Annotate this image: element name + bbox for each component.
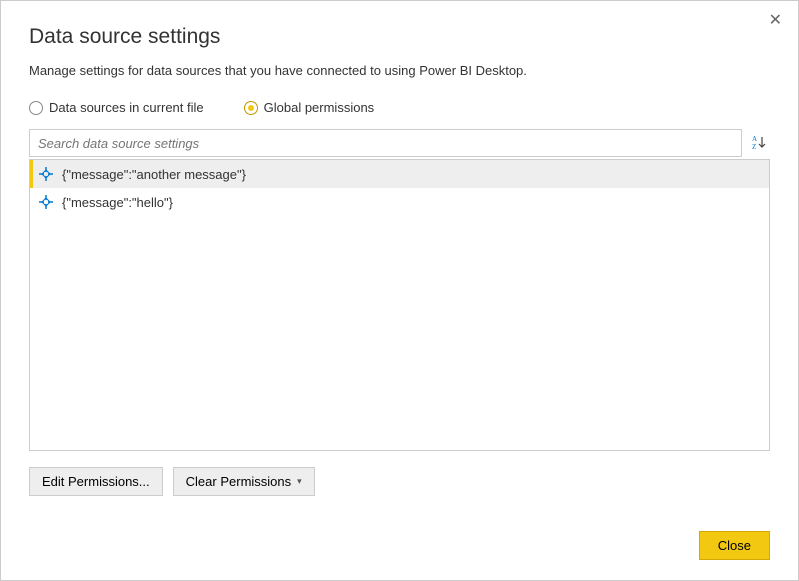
search-input[interactable] xyxy=(29,129,742,157)
scope-radio-group: Data sources in current file Global perm… xyxy=(29,100,770,115)
radio-label: Global permissions xyxy=(264,100,375,115)
sort-az-icon: A Z xyxy=(752,135,766,151)
page-title: Data source settings xyxy=(29,25,770,49)
list-item[interactable]: {"message":"hello"} xyxy=(30,188,769,216)
radio-current-file[interactable]: Data sources in current file xyxy=(29,100,204,115)
radio-icon xyxy=(29,101,43,115)
edit-permissions-button[interactable]: Edit Permissions... xyxy=(29,467,163,496)
close-button[interactable]: Close xyxy=(699,531,770,560)
data-source-icon xyxy=(38,194,54,210)
button-label: Clear Permissions xyxy=(186,474,291,489)
radio-global-permissions[interactable]: Global permissions xyxy=(244,100,375,115)
list-item-label: {"message":"another message"} xyxy=(62,167,246,182)
radio-label: Data sources in current file xyxy=(49,100,204,115)
list-item[interactable]: {"message":"another message"} xyxy=(30,160,769,188)
data-source-list[interactable]: {"message":"another message"} {"message"… xyxy=(29,159,770,451)
button-label: Edit Permissions... xyxy=(42,474,150,489)
clear-permissions-button[interactable]: Clear Permissions ▾ xyxy=(173,467,315,496)
radio-icon xyxy=(244,101,258,115)
close-icon[interactable]: ✕ xyxy=(765,9,786,33)
svg-text:A: A xyxy=(752,135,757,143)
list-item-label: {"message":"hello"} xyxy=(62,195,173,210)
sort-button[interactable]: A Z xyxy=(748,129,770,157)
button-label: Close xyxy=(718,538,751,553)
chevron-down-icon: ▾ xyxy=(297,476,302,487)
data-source-icon xyxy=(38,166,54,182)
page-subtitle: Manage settings for data sources that yo… xyxy=(29,63,770,78)
svg-text:Z: Z xyxy=(752,143,756,151)
action-buttons: Edit Permissions... Clear Permissions ▾ xyxy=(29,467,770,496)
search-row: A Z xyxy=(29,129,770,157)
